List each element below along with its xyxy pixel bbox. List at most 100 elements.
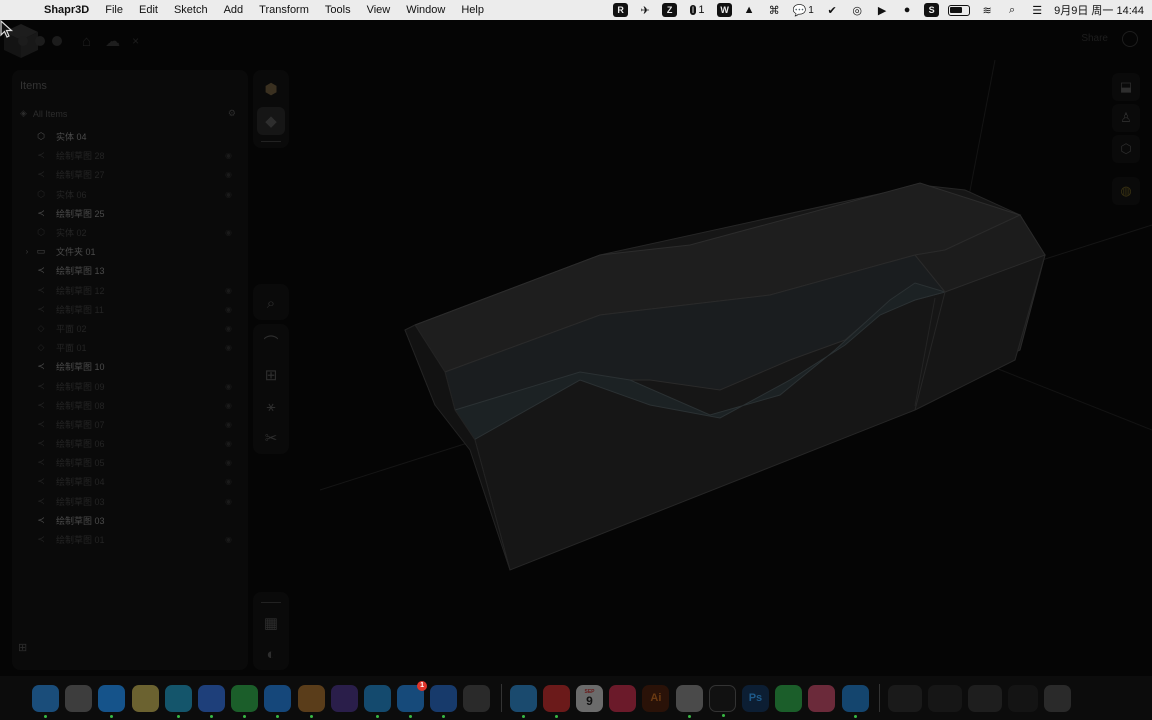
blender-icon[interactable] — [463, 684, 491, 712]
cloud-icon[interactable]: ☁ — [105, 32, 120, 50]
illustrator-icon[interactable]: Ai — [642, 684, 670, 712]
wechat-icon[interactable]: 💬 1 — [791, 3, 815, 17]
raspberry-icon[interactable] — [808, 684, 836, 712]
item-row[interactable]: ≺ 绘制草图 03 — [12, 511, 248, 530]
home-icon[interactable]: ⌂ — [82, 33, 91, 50]
safari-icon[interactable] — [98, 684, 126, 718]
hidden-eye-icon[interactable]: ◉ — [225, 305, 232, 314]
w-app-icon[interactable]: W — [717, 3, 733, 17]
hidden-eye-icon[interactable]: ◉ — [225, 439, 232, 448]
item-row[interactable]: ◇ 平面 02 ◉ — [12, 319, 248, 338]
item-row[interactable]: ≺ 绘制草图 25 — [12, 204, 248, 223]
minimize-button[interactable] — [35, 36, 45, 46]
close-tab-icon[interactable]: × — [132, 34, 139, 48]
devices-icon[interactable] — [675, 684, 703, 718]
item-row[interactable]: ≺ 绘制草图 03 ◉ — [12, 492, 248, 511]
hidden-eye-icon[interactable]: ◉ — [225, 497, 232, 506]
share-button[interactable]: Share — [1081, 33, 1108, 44]
menu-tools[interactable]: Tools — [317, 4, 359, 16]
grid-icon[interactable]: ⌘ — [766, 3, 782, 17]
hidden-eye-icon[interactable]: ◉ — [225, 228, 232, 237]
minimized-window-4[interactable] — [1008, 684, 1039, 712]
feishu-icon[interactable] — [197, 684, 225, 718]
item-row[interactable]: ≺ 绘制草图 07 ◉ — [12, 415, 248, 434]
hidden-eye-icon[interactable]: ◉ — [225, 151, 232, 160]
item-row[interactable]: ≺ 绘制草图 11 ◉ — [12, 300, 248, 319]
item-row[interactable]: ⬡ 实体 02 ◉ — [12, 223, 248, 242]
item-row[interactable]: ≺ 绘制草图 10 — [12, 357, 248, 376]
item-row[interactable]: ⬡ 实体 04 — [12, 127, 248, 146]
hidden-eye-icon[interactable]: ◉ — [225, 477, 232, 486]
s-app-icon[interactable]: S — [924, 3, 940, 17]
clock[interactable]: 9月9日 周一 14:44 — [1054, 2, 1144, 18]
menu-transform[interactable]: Transform — [251, 4, 317, 16]
zoom-button[interactable] — [52, 36, 62, 46]
photoshop-icon[interactable]: Ps — [741, 684, 769, 712]
item-row[interactable]: ≺ 绘制草图 09 ◉ — [12, 376, 248, 395]
hidden-eye-icon[interactable]: ◉ — [225, 190, 232, 199]
z-app-icon[interactable]: Z — [662, 3, 678, 17]
obsidian-icon[interactable] — [330, 684, 358, 712]
hidden-eye-icon[interactable]: ◉ — [225, 170, 232, 179]
sketch-curve-icon[interactable]: ⌒ — [257, 329, 285, 357]
menu-edit[interactable]: Edit — [131, 4, 166, 16]
bird-icon[interactable]: ✈ — [637, 3, 653, 17]
close-button[interactable] — [18, 36, 28, 46]
shapr3d-icon[interactable] — [430, 684, 458, 718]
freeform-icon[interactable] — [841, 684, 869, 718]
music-icon[interactable] — [609, 684, 637, 712]
item-row[interactable]: ≺ 绘制草图 28 ◉ — [12, 146, 248, 165]
hidden-eye-icon[interactable]: ◉ — [225, 458, 232, 467]
object-icon[interactable]: ⬡ — [1112, 135, 1140, 163]
chevron-right-icon[interactable]: › — [20, 247, 34, 256]
menu-window[interactable]: Window — [398, 4, 453, 16]
measure-icon[interactable]: ♙ — [1112, 104, 1140, 132]
user-icon[interactable]: ● — [899, 3, 915, 17]
item-row[interactable]: ≺ 绘制草图 05 ◉ — [12, 453, 248, 472]
search-icon[interactable]: ⌕ — [257, 289, 285, 317]
wifi-icon[interactable]: ≋ — [979, 3, 995, 17]
hidden-eye-icon[interactable]: ◉ — [225, 535, 232, 544]
item-row[interactable]: ◇ 平面 01 ◉ — [12, 338, 248, 357]
item-row[interactable]: ≺ 绘制草图 01 ◉ — [12, 530, 248, 549]
item-row[interactable]: ≺ 绘制草图 12 ◉ — [12, 281, 248, 300]
hidden-eye-icon[interactable]: ◉ — [225, 286, 232, 295]
snapping-icon[interactable]: ◍ — [1112, 177, 1140, 205]
hidden-eye-icon[interactable]: ◉ — [225, 382, 232, 391]
hidden-eye-icon[interactable]: ◉ — [225, 401, 232, 410]
wps-icon[interactable] — [542, 684, 570, 718]
add-folder-icon[interactable]: ⊞ — [18, 641, 27, 654]
r-app-icon[interactable]: R — [613, 3, 629, 17]
control-center-icon[interactable]: ☰ — [1029, 3, 1045, 17]
menu-file[interactable]: File — [97, 4, 131, 16]
terminal-icon[interactable] — [708, 684, 736, 717]
calendar-icon[interactable]: SEP 9 — [576, 684, 603, 712]
lark-icon[interactable] — [264, 684, 292, 718]
messages-icon[interactable] — [775, 684, 803, 712]
wechat-app-icon[interactable] — [231, 684, 259, 718]
help-icon[interactable] — [1122, 31, 1138, 47]
search-icon[interactable]: ⌕ — [1004, 3, 1020, 17]
history-icon[interactable]: ▦ — [257, 609, 285, 637]
material-icon[interactable]: ⬓ — [1112, 73, 1140, 101]
all-items-row[interactable]: ◈ All Items — [20, 108, 67, 119]
hidden-eye-icon[interactable]: ◉ — [225, 324, 232, 333]
checkmark-icon[interactable]: ✔ — [824, 3, 840, 17]
squirrel-icon[interactable] — [297, 684, 325, 718]
transform-icon[interactable]: ⚹ — [257, 393, 285, 421]
finder-icon[interactable] — [32, 684, 59, 718]
minimized-window-1[interactable] — [887, 684, 922, 712]
launchpad-icon[interactable] — [65, 684, 93, 712]
cube-icon[interactable]: ⬢ — [257, 75, 285, 103]
notes-icon[interactable] — [131, 684, 159, 712]
mountain-icon[interactable]: ▲ — [741, 3, 757, 17]
item-row[interactable]: › ▭ 文件夹 01 — [12, 242, 248, 261]
target-icon[interactable]: ◎ — [849, 3, 865, 17]
play-icon[interactable]: ▶ — [874, 3, 890, 17]
minimized-window-3[interactable] — [968, 684, 1003, 712]
mail-icon[interactable]: 1 — [397, 680, 428, 718]
visualization-icon[interactable]: ◐ — [257, 641, 285, 669]
item-row[interactable]: ≺ 绘制草图 08 ◉ — [12, 396, 248, 415]
edge-icon[interactable] — [164, 684, 192, 718]
item-row[interactable]: ≺ 绘制草图 13 — [12, 261, 248, 280]
